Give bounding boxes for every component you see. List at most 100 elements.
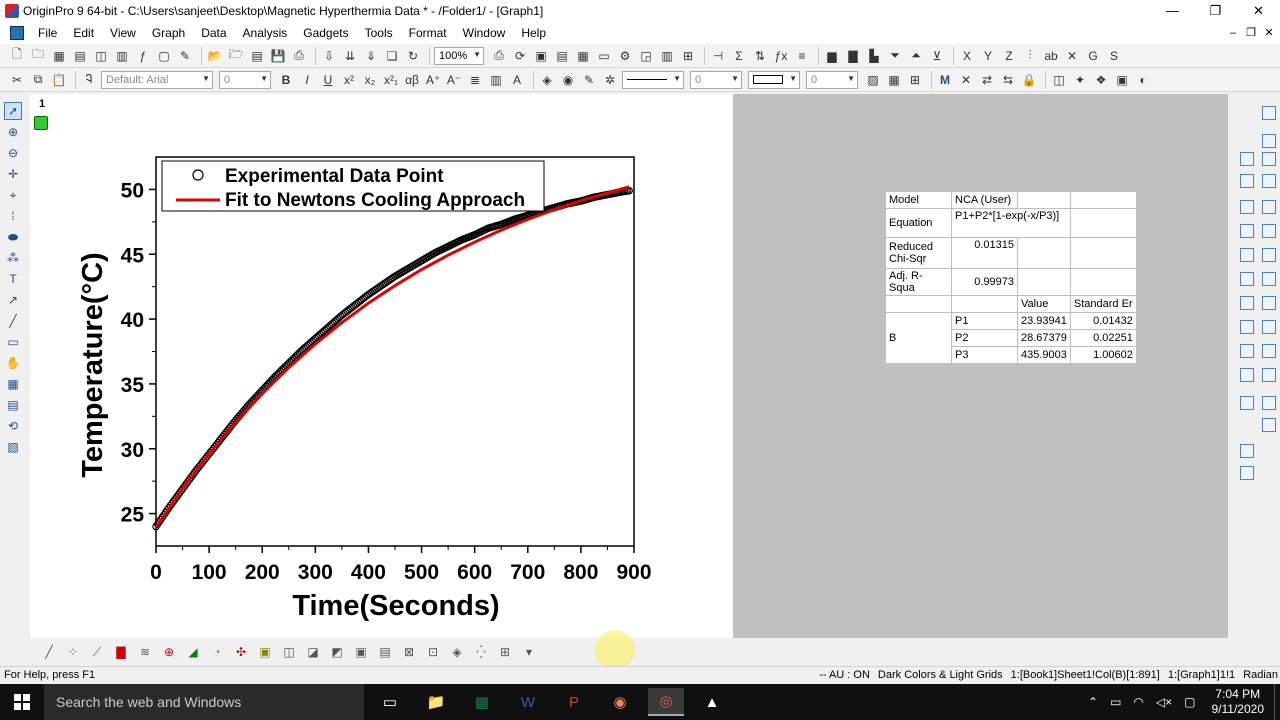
border-width-combo[interactable]: 0 ▼ — [806, 70, 858, 89]
zoom-in-tool-icon[interactable]: ⊕ — [4, 123, 22, 141]
command-window-icon[interactable]: ▭ — [595, 47, 613, 65]
rotate-tool-icon[interactable]: ⟲ — [4, 417, 22, 435]
column-plot-icon[interactable]: ▇ — [112, 643, 130, 661]
set-subject-icon[interactable]: S — [1105, 47, 1123, 65]
pointer-tool-icon[interactable]: ➚ — [4, 102, 22, 120]
script-window-icon[interactable]: ▦ — [574, 47, 592, 65]
mask-tool-icon[interactable]: ▤ — [4, 396, 22, 414]
organizer-icon[interactable]: ▣ — [1113, 71, 1131, 89]
pie-chart-icon[interactable]: ◔ — [208, 643, 226, 661]
reconstruct-legend-icon[interactable] — [1262, 320, 1276, 334]
contour-icon[interactable]: ▤ — [376, 643, 394, 661]
import-single-icon[interactable]: ⇩ — [320, 47, 338, 65]
new-legend-icon[interactable] — [1240, 320, 1254, 334]
new-matrix-icon[interactable]: ▥ — [113, 47, 131, 65]
add-inset-icon[interactable] — [1240, 174, 1254, 188]
minimize-button[interactable]: — — [1151, 0, 1194, 22]
new-notes-icon[interactable]: ✎ — [176, 47, 194, 65]
clock-icon[interactable] — [1262, 396, 1276, 410]
rescale-icon[interactable] — [1262, 224, 1276, 238]
statistics-plot-icon[interactable]: ≋ — [136, 643, 154, 661]
volume-icon[interactable]: ◁× — [1156, 695, 1172, 709]
import-multiple-icon[interactable]: ⇊ — [341, 47, 359, 65]
line-plot-icon[interactable]: ╱ — [40, 643, 58, 661]
scatter-plot-icon[interactable]: ⁘ — [64, 643, 82, 661]
multi-panel-icon[interactable]: ⊕ — [160, 643, 178, 661]
template-library-icon[interactable]: ▣ — [256, 643, 274, 661]
unmask-icon[interactable]: ✕ — [957, 71, 975, 89]
add-right-y-icon[interactable] — [1262, 152, 1276, 166]
code-builder-icon[interactable]: ⚙ — [616, 47, 634, 65]
3d-scatter-icon[interactable]: ▣ — [352, 643, 370, 661]
media-icon[interactable]: ◉ — [602, 688, 638, 716]
duplicate-icon[interactable]: ❏ — [383, 47, 401, 65]
taskbar-clock[interactable]: 7:04 PM 9/11/2020 — [1212, 687, 1265, 717]
show-desktop-button[interactable] — [1274, 684, 1280, 720]
toolbar-options-icon[interactable]: ▾ — [520, 643, 538, 661]
menu-graph[interactable]: Graph — [144, 22, 193, 44]
set-y-icon[interactable]: Y — [979, 47, 997, 65]
new-graph-icon[interactable]: ◫ — [92, 47, 110, 65]
open-template-icon[interactable]: 🗁 — [227, 47, 245, 65]
word-icon[interactable]: W — [510, 688, 546, 716]
extract-icon[interactable] — [1262, 200, 1276, 214]
photos-icon[interactable]: ▲ — [694, 688, 730, 716]
fit-results-table[interactable]: Model NCA (User) Equation P1+P2*[1-exp(-… — [885, 191, 1137, 364]
data-points-icon[interactable]: ⁛ — [472, 643, 490, 661]
notification-icon[interactable]: ▢ — [1184, 695, 1195, 709]
theme-icon[interactable]: ❖ — [1092, 71, 1110, 89]
histogram-icon[interactable]: ▙ — [865, 47, 883, 65]
area-plot-icon[interactable]: ◢ — [184, 643, 202, 661]
data-reader-tool-icon[interactable]: ⌖ — [4, 186, 22, 204]
axis-break-icon[interactable] — [1262, 344, 1276, 358]
matrix-plot-icon[interactable]: ⊡ — [424, 643, 442, 661]
underline-icon[interactable]: U — [319, 71, 337, 89]
line-symbol-plot-icon[interactable]: ⟋ — [88, 643, 106, 661]
print-icon[interactable]: ⎙ — [490, 47, 508, 65]
3d-bars-icon[interactable]: ◩ — [328, 643, 346, 661]
line-style-combo[interactable]: ▼ — [622, 70, 684, 89]
line-tool-icon[interactable]: ╱ — [4, 312, 22, 330]
save-project-icon[interactable]: 💾 — [269, 47, 287, 65]
style-icon[interactable]: ✦ — [1071, 71, 1089, 89]
filter-clear-icon[interactable]: ⏶ — [907, 47, 925, 65]
bar-chart-icon[interactable]: ▆ — [823, 47, 841, 65]
new-sheet-icon[interactable]: ▥ — [658, 47, 676, 65]
bold-icon[interactable]: B — [277, 71, 295, 89]
scale-bar-icon[interactable] — [1262, 272, 1276, 286]
save-template-icon[interactable]: ⎙ — [290, 47, 308, 65]
refresh-icon[interactable]: ⟳ — [511, 47, 529, 65]
swap-all-icon[interactable]: ⇆ — [999, 71, 1017, 89]
excel-icon[interactable]: ▦ — [464, 688, 500, 716]
image-plot-icon[interactable]: ⊠ — [400, 643, 418, 661]
line-color-icon[interactable]: ✎ — [580, 71, 598, 89]
decrease-font-icon[interactable]: A⁻ — [445, 71, 463, 89]
line-width-combo[interactable]: 0 ▼ — [690, 70, 742, 89]
zoom-whole-icon[interactable] — [1240, 396, 1254, 410]
subscript-icon[interactable]: x₂ — [361, 71, 379, 89]
export-page-icon[interactable] — [1240, 466, 1254, 480]
font-name-combo[interactable]: Default: Arial ▼ — [101, 70, 213, 89]
regional-mask-tool-icon[interactable]: ⬬ — [4, 228, 22, 246]
statistics-icon[interactable]: Σ — [730, 47, 748, 65]
arrange-icon[interactable] — [1240, 224, 1254, 238]
menu-help[interactable]: Help — [513, 22, 554, 44]
graph-page[interactable]: 1 0 100 200 300 400 500 600 700 800 900 25 30 35 40 45… — [30, 94, 733, 638]
superscript-icon[interactable]: x² — [340, 71, 358, 89]
disregard-icon[interactable]: ✕ — [1063, 47, 1081, 65]
menu-view[interactable]: View — [102, 22, 144, 44]
set-error-icon[interactable]: ⫶ — [1021, 47, 1039, 65]
menu-edit[interactable]: Edit — [65, 22, 102, 44]
new-excel-icon[interactable]: ▤ — [71, 47, 89, 65]
close-button[interactable]: ✕ — [1237, 0, 1280, 22]
add-inset-data-icon[interactable] — [1262, 174, 1276, 188]
more-tools-icon[interactable]: ▧ — [4, 438, 22, 456]
table-icon[interactable]: ⊞ — [906, 71, 924, 89]
copy-icon[interactable]: ⧉ — [29, 71, 47, 89]
add-graph-icon[interactable]: ◲ — [637, 47, 655, 65]
rectangle-tool-icon[interactable]: ▭ — [4, 333, 22, 351]
set-z-icon[interactable]: Z — [1000, 47, 1018, 65]
graph-window-icon[interactable] — [10, 26, 24, 40]
border-style-combo[interactable]: ▼ — [748, 70, 800, 89]
project-explorer-icon[interactable]: ▣ — [532, 47, 550, 65]
